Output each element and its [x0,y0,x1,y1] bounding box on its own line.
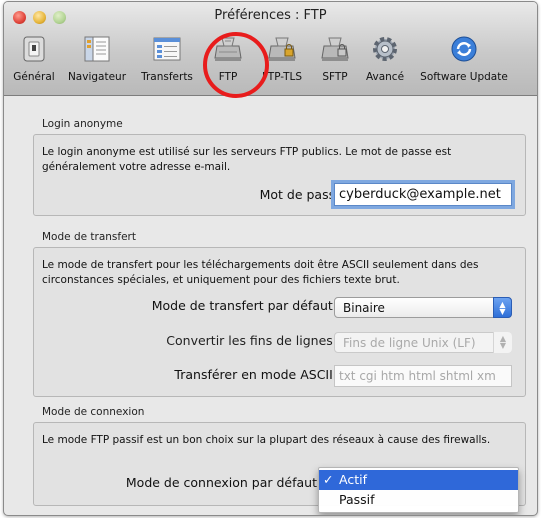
ascii-extensions-label: Transférer en mode ASCII : [174,367,341,382]
default-transfer-mode-value: Binaire [343,301,385,315]
password-field[interactable] [334,183,512,206]
preferences-window: Préférences : FTP Général Navigateur Tra… [3,1,538,516]
connection-group-title: Mode de connexion [42,406,145,418]
login-group-title: Login anonyme [42,118,123,130]
login-group-box: Le login anonyme est utilisé sur les ser… [33,134,526,216]
sftp-drive-icon [321,37,349,61]
general-switch-icon [23,36,45,62]
tab-ftp-tls[interactable]: FTP-TLS [252,32,312,92]
gear-icon [373,37,397,61]
ftp-tls-drive-icon [268,37,296,61]
ftp-drive-icon [214,37,242,61]
line-endings-popup[interactable]: Fins de ligne Unix (LF) ▲ ▼ [334,332,512,353]
connection-mode-menu: ✓ Actif Passif [318,467,519,513]
menu-item-passif[interactable]: Passif [319,490,518,510]
tab-software-update[interactable]: Software Update [414,32,514,92]
popup-arrows-icon: ▲ ▼ [493,297,512,318]
tab-sftp[interactable]: SFTP [314,32,356,92]
tab-browser[interactable]: Navigateur [62,32,132,92]
checkmark-icon: ✓ [323,472,334,487]
transfer-group-title: Mode de transfert [42,231,136,243]
tab-transfers[interactable]: Transferts [134,32,200,92]
tab-advanced[interactable]: Avancé [358,32,412,92]
line-endings-value: Fins de ligne Unix (LF) [343,336,476,350]
default-connection-mode-label: Mode de connexion par défaut [125,475,317,490]
popup-arrows-icon: ▲ ▼ [493,332,512,353]
window-title: Préférences : FTP [214,8,327,23]
line-endings-label: Convertir les fins de lignes : [166,333,341,348]
update-icon [451,36,477,62]
tab-general[interactable]: Général [8,32,60,92]
transfers-icon [153,37,181,61]
menu-item-actif[interactable]: ✓ Actif [319,470,518,490]
login-description: Le login anonyme est utilisé sur les ser… [42,146,452,173]
default-transfer-mode-label: Mode de transfert par défaut : [151,298,341,313]
default-transfer-mode-popup[interactable]: Binaire ▲ ▼ [334,297,512,318]
transfer-description: Le mode de transfert pour les télécharge… [42,259,479,286]
title-bar: Préférences : FTP Général Navigateur Tra… [4,2,537,96]
transfer-group-box: Le mode de transfert pour les télécharge… [33,247,526,397]
connection-description: Le mode FTP passif est un bon choix sur … [42,434,491,446]
browser-icon [84,36,110,62]
tab-ftp[interactable]: FTP [206,32,250,92]
ascii-extensions-field[interactable] [334,365,512,387]
